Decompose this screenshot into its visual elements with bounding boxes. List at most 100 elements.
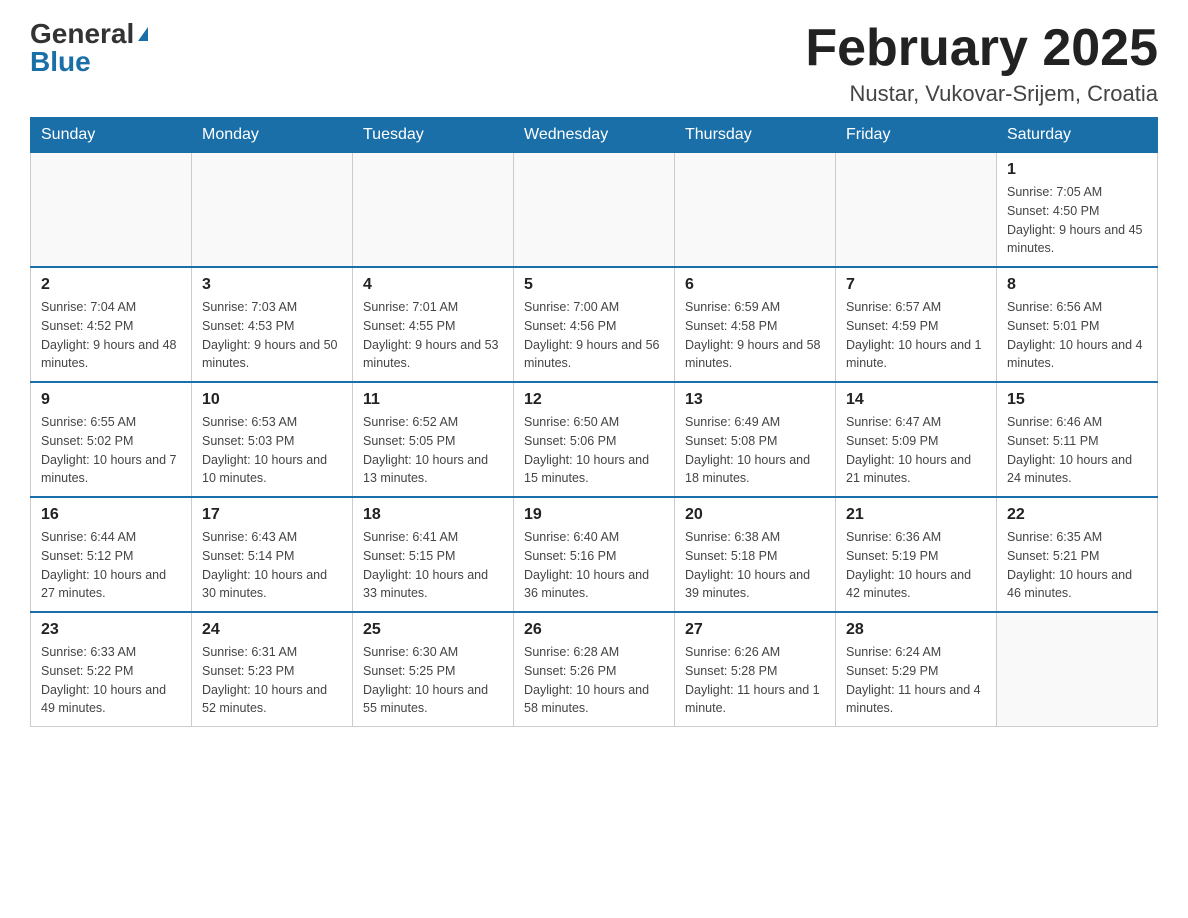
day-number: 9 bbox=[41, 391, 181, 409]
day-info: Sunrise: 6:24 AMSunset: 5:29 PMDaylight:… bbox=[846, 643, 986, 718]
day-number: 14 bbox=[846, 391, 986, 409]
calendar-cell bbox=[353, 153, 514, 268]
calendar-cell: 18 Sunrise: 6:41 AMSunset: 5:15 PMDayligh… bbox=[353, 497, 514, 612]
day-of-week-header: Thursday bbox=[675, 118, 836, 153]
day-number: 10 bbox=[202, 391, 342, 409]
calendar-cell: 24 Sunrise: 6:31 AMSunset: 5:23 PMDayligh… bbox=[192, 612, 353, 727]
calendar-cell: 5 Sunrise: 7:00 AMSunset: 4:56 PMDaylight… bbox=[514, 267, 675, 382]
day-number: 8 bbox=[1007, 276, 1147, 294]
logo-triangle-icon bbox=[138, 27, 148, 41]
calendar-cell: 25 Sunrise: 6:30 AMSunset: 5:25 PMDayligh… bbox=[353, 612, 514, 727]
day-info: Sunrise: 6:59 AMSunset: 4:58 PMDaylight:… bbox=[685, 298, 825, 373]
calendar-cell: 1 Sunrise: 7:05 AMSunset: 4:50 PMDaylight… bbox=[997, 153, 1158, 268]
calendar-cell: 28 Sunrise: 6:24 AMSunset: 5:29 PMDayligh… bbox=[836, 612, 997, 727]
day-number: 16 bbox=[41, 506, 181, 524]
calendar-week-row: 9 Sunrise: 6:55 AMSunset: 5:02 PMDaylight… bbox=[31, 382, 1158, 497]
day-number: 2 bbox=[41, 276, 181, 294]
calendar-week-row: 16 Sunrise: 6:44 AMSunset: 5:12 PMDayligh… bbox=[31, 497, 1158, 612]
calendar-cell: 8 Sunrise: 6:56 AMSunset: 5:01 PMDaylight… bbox=[997, 267, 1158, 382]
calendar-table: SundayMondayTuesdayWednesdayThursdayFrid… bbox=[30, 117, 1158, 727]
day-number: 18 bbox=[363, 506, 503, 524]
day-info: Sunrise: 6:28 AMSunset: 5:26 PMDaylight:… bbox=[524, 643, 664, 718]
day-info: Sunrise: 6:47 AMSunset: 5:09 PMDaylight:… bbox=[846, 413, 986, 488]
day-info: Sunrise: 6:57 AMSunset: 4:59 PMDaylight:… bbox=[846, 298, 986, 373]
calendar-cell bbox=[31, 153, 192, 268]
calendar-cell bbox=[192, 153, 353, 268]
day-info: Sunrise: 7:04 AMSunset: 4:52 PMDaylight:… bbox=[41, 298, 181, 373]
calendar-cell: 10Sunrise: 6:53 AMSunset: 5:03 PMDayligh… bbox=[192, 382, 353, 497]
calendar-cell bbox=[836, 153, 997, 268]
day-info: Sunrise: 6:49 AMSunset: 5:08 PMDaylight:… bbox=[685, 413, 825, 488]
page-header: General Blue February 2025 Nustar, Vukov… bbox=[30, 20, 1158, 107]
day-number: 15 bbox=[1007, 391, 1147, 409]
day-number: 5 bbox=[524, 276, 664, 294]
day-info: Sunrise: 7:05 AMSunset: 4:50 PMDaylight:… bbox=[1007, 183, 1147, 258]
calendar-cell: 6 Sunrise: 6:59 AMSunset: 4:58 PMDaylight… bbox=[675, 267, 836, 382]
day-number: 28 bbox=[846, 621, 986, 639]
day-info: Sunrise: 6:44 AMSunset: 5:12 PMDaylight:… bbox=[41, 528, 181, 603]
calendar-cell: 7 Sunrise: 6:57 AMSunset: 4:59 PMDaylight… bbox=[836, 267, 997, 382]
calendar-cell: 21 Sunrise: 6:36 AMSunset: 5:19 PMDayligh… bbox=[836, 497, 997, 612]
day-number: 3 bbox=[202, 276, 342, 294]
day-number: 27 bbox=[685, 621, 825, 639]
day-number: 20 bbox=[685, 506, 825, 524]
calendar-cell bbox=[675, 153, 836, 268]
day-number: 21 bbox=[846, 506, 986, 524]
day-info: Sunrise: 7:00 AMSunset: 4:56 PMDaylight:… bbox=[524, 298, 664, 373]
day-info: Sunrise: 6:40 AMSunset: 5:16 PMDaylight:… bbox=[524, 528, 664, 603]
day-number: 24 bbox=[202, 621, 342, 639]
day-info: Sunrise: 7:03 AMSunset: 4:53 PMDaylight:… bbox=[202, 298, 342, 373]
logo-blue-text: Blue bbox=[30, 48, 91, 76]
calendar-cell: 12 Sunrise: 6:50 AMSunset: 5:06 PMDayligh… bbox=[514, 382, 675, 497]
day-info: Sunrise: 6:36 AMSunset: 5:19 PMDaylight:… bbox=[846, 528, 986, 603]
day-of-week-header: Wednesday bbox=[514, 118, 675, 153]
calendar-week-row: 2 Sunrise: 7:04 AMSunset: 4:52 PMDaylight… bbox=[31, 267, 1158, 382]
day-number: 7 bbox=[846, 276, 986, 294]
day-number: 6 bbox=[685, 276, 825, 294]
calendar-week-row: 1 Sunrise: 7:05 AMSunset: 4:50 PMDaylight… bbox=[31, 153, 1158, 268]
day-info: Sunrise: 7:01 AMSunset: 4:55 PMDaylight:… bbox=[363, 298, 503, 373]
calendar-cell: 2 Sunrise: 7:04 AMSunset: 4:52 PMDaylight… bbox=[31, 267, 192, 382]
day-number: 22 bbox=[1007, 506, 1147, 524]
calendar-cell: 27 Sunrise: 6:26 AMSunset: 5:28 PMDayligh… bbox=[675, 612, 836, 727]
day-number: 13 bbox=[685, 391, 825, 409]
day-info: Sunrise: 6:31 AMSunset: 5:23 PMDaylight:… bbox=[202, 643, 342, 718]
month-title: February 2025 bbox=[805, 20, 1158, 77]
calendar-cell: 20Sunrise: 6:38 AMSunset: 5:18 PMDayligh… bbox=[675, 497, 836, 612]
calendar-header-row: SundayMondayTuesdayWednesdayThursdayFrid… bbox=[31, 118, 1158, 153]
calendar-cell: 23 Sunrise: 6:33 AMSunset: 5:22 PMDayligh… bbox=[31, 612, 192, 727]
calendar-cell: 13 Sunrise: 6:49 AMSunset: 5:08 PMDayligh… bbox=[675, 382, 836, 497]
title-block: February 2025 Nustar, Vukovar-Srijem, Cr… bbox=[805, 20, 1158, 107]
day-info: Sunrise: 6:26 AMSunset: 5:28 PMDaylight:… bbox=[685, 643, 825, 718]
day-info: Sunrise: 6:30 AMSunset: 5:25 PMDaylight:… bbox=[363, 643, 503, 718]
calendar-cell: 19 Sunrise: 6:40 AMSunset: 5:16 PMDayligh… bbox=[514, 497, 675, 612]
day-number: 1 bbox=[1007, 161, 1147, 179]
location-subtitle: Nustar, Vukovar-Srijem, Croatia bbox=[805, 81, 1158, 107]
day-of-week-header: Monday bbox=[192, 118, 353, 153]
calendar-cell: 9 Sunrise: 6:55 AMSunset: 5:02 PMDaylight… bbox=[31, 382, 192, 497]
logo: General Blue bbox=[30, 20, 148, 76]
calendar-cell: 17Sunrise: 6:43 AMSunset: 5:14 PMDayligh… bbox=[192, 497, 353, 612]
day-info: Sunrise: 6:56 AMSunset: 5:01 PMDaylight:… bbox=[1007, 298, 1147, 373]
day-number: 19 bbox=[524, 506, 664, 524]
day-info: Sunrise: 6:33 AMSunset: 5:22 PMDaylight:… bbox=[41, 643, 181, 718]
day-of-week-header: Friday bbox=[836, 118, 997, 153]
day-number: 26 bbox=[524, 621, 664, 639]
calendar-week-row: 23 Sunrise: 6:33 AMSunset: 5:22 PMDayligh… bbox=[31, 612, 1158, 727]
day-of-week-header: Tuesday bbox=[353, 118, 514, 153]
day-info: Sunrise: 6:43 AMSunset: 5:14 PMDaylight:… bbox=[202, 528, 342, 603]
day-number: 25 bbox=[363, 621, 503, 639]
day-info: Sunrise: 6:46 AMSunset: 5:11 PMDaylight:… bbox=[1007, 413, 1147, 488]
calendar-cell: 3 Sunrise: 7:03 AMSunset: 4:53 PMDaylight… bbox=[192, 267, 353, 382]
day-number: 4 bbox=[363, 276, 503, 294]
calendar-cell bbox=[997, 612, 1158, 727]
calendar-cell: 26 Sunrise: 6:28 AMSunset: 5:26 PMDayligh… bbox=[514, 612, 675, 727]
day-info: Sunrise: 6:55 AMSunset: 5:02 PMDaylight:… bbox=[41, 413, 181, 488]
day-number: 12 bbox=[524, 391, 664, 409]
day-of-week-header: Saturday bbox=[997, 118, 1158, 153]
calendar-cell: 4 Sunrise: 7:01 AMSunset: 4:55 PMDaylight… bbox=[353, 267, 514, 382]
day-info: Sunrise: 6:50 AMSunset: 5:06 PMDaylight:… bbox=[524, 413, 664, 488]
day-number: 23 bbox=[41, 621, 181, 639]
day-info: Sunrise: 6:52 AMSunset: 5:05 PMDaylight:… bbox=[363, 413, 503, 488]
day-info: Sunrise: 6:41 AMSunset: 5:15 PMDaylight:… bbox=[363, 528, 503, 603]
